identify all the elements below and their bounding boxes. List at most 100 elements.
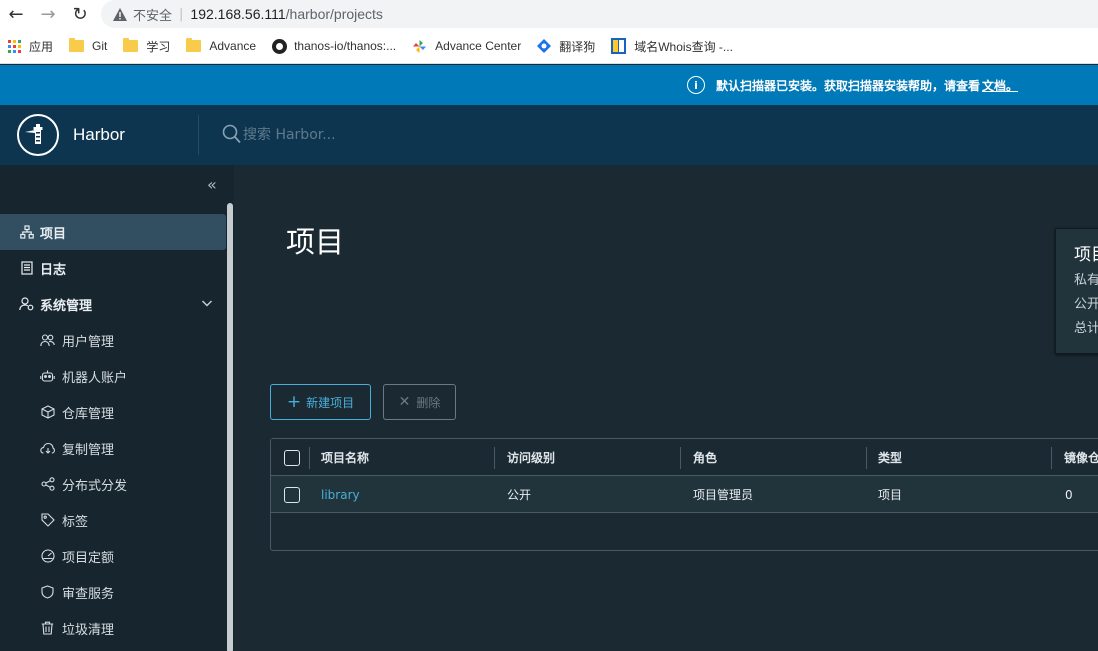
sidebar-item-label: 日志 — [40, 262, 67, 278]
column-header-role[interactable]: 角色 — [693, 439, 863, 476]
column-separator — [309, 447, 310, 469]
replication-icon — [40, 441, 55, 456]
sidebar-item-label: 复制管理 — [62, 442, 115, 458]
bookmark-advance[interactable]: Advance — [186, 38, 257, 53]
search-icon — [222, 124, 241, 144]
reload-icon[interactable]: ↻ — [68, 2, 92, 26]
sidebar-item-distributions[interactable]: 分布式分发 — [0, 466, 226, 502]
search-placeholder: 搜索 Harbor... — [243, 127, 336, 143]
forward-icon[interactable]: → — [36, 2, 60, 26]
sidebar-item-projects[interactable]: 项目 — [0, 214, 226, 250]
sidebar-item-users[interactable]: 用户管理 — [0, 322, 226, 358]
page-title: 项目 — [286, 225, 345, 259]
apps-icon — [8, 39, 21, 53]
chevron-down-icon[interactable] — [201, 297, 213, 309]
advance-center-icon — [413, 39, 427, 53]
brand-name[interactable]: Harbor — [73, 125, 125, 145]
sidebar-item-label: 机器人账户 — [62, 370, 128, 386]
url-separator: | — [179, 6, 184, 22]
robot-icon — [40, 369, 55, 384]
trash-icon — [40, 621, 55, 636]
project-name-link[interactable]: library — [321, 476, 491, 513]
sidebar-nav: 项目 日志 系统管理 用户管理 机器人账户 仓库管理 复制管理 分布式分发 标签… — [0, 214, 226, 646]
sidebar-item-labels[interactable]: 标签 — [0, 502, 226, 538]
sidebar-item-garbage-collection[interactable]: 垃圾清理 — [0, 610, 226, 646]
warning-icon — [113, 7, 127, 21]
table-row: library 公开 项目管理员 项目 0 — [271, 476, 1098, 513]
main-content: 项目 项目 私有 公开 总计 + 新建项目 ✕ 删除 项目名称 访问级别 角色 … — [234, 165, 1098, 651]
bookmark-label: 域名Whois查询 -... — [634, 39, 733, 54]
bookmark-label: 应用 — [29, 39, 54, 54]
bookmark-apps[interactable]: 应用 — [8, 38, 53, 55]
bookmark-advance-center[interactable]: Advance Center — [412, 39, 521, 54]
column-separator — [680, 447, 681, 469]
admin-icon — [19, 297, 34, 312]
column-header-access[interactable]: 访问级别 — [507, 439, 677, 476]
bookmark-label: Git — [92, 39, 108, 53]
type-cell: 项目 — [878, 488, 903, 502]
bookmark-label: Advance — [209, 39, 257, 53]
plus-icon: + — [286, 391, 302, 412]
project-summary-card: 项目 私有 公开 总计 — [1055, 228, 1098, 354]
sidebar-item-logs[interactable]: 日志 — [0, 250, 226, 286]
url-field[interactable]: 不安全 | 192.168.56.111/harbor/projects — [101, 0, 1098, 28]
distribution-icon — [40, 477, 55, 492]
new-project-label: 新建项目 — [306, 395, 355, 410]
summary-title: 项目 — [1074, 245, 1098, 265]
whois-icon — [611, 38, 627, 54]
translate-dog-icon — [537, 39, 552, 53]
users-icon — [40, 333, 55, 348]
bookmark-label: 翻译狗 — [559, 39, 596, 54]
summary-total-label: 总计 — [1074, 321, 1098, 336]
sidebar-item-registries[interactable]: 仓库管理 — [0, 394, 226, 430]
sidebar-item-label: 标签 — [62, 514, 89, 530]
bookmarks-bar: 应用 Git 学习 Advance thanos-io/thanos:... A… — [0, 29, 1098, 64]
summary-public-label: 公开 — [1074, 297, 1098, 312]
folder-icon — [69, 38, 85, 52]
sidebar: « 项目 日志 系统管理 用户管理 机器人账户 仓库管理 复制管理 分布式分发 … — [0, 165, 234, 651]
sidebar-item-label: 仓库管理 — [62, 406, 115, 422]
sidebar-item-robot-accounts[interactable]: 机器人账户 — [0, 358, 226, 394]
scanner-banner: i 默认扫描器已安装。获取扫描器安装帮助，请查看 文档。 — [0, 65, 1098, 105]
global-search[interactable]: 搜索 Harbor... — [222, 124, 336, 144]
back-icon[interactable]: ← — [4, 2, 28, 26]
column-header-repos[interactable]: 镜像仓库 — [1064, 439, 1098, 476]
column-header-type[interactable]: 类型 — [878, 439, 1048, 476]
column-header-name[interactable]: 项目名称 — [321, 439, 491, 476]
delete-button[interactable]: ✕ 删除 — [383, 384, 456, 420]
banner-docs-link[interactable]: 文档。 — [982, 77, 1018, 94]
new-project-button[interactable]: + 新建项目 — [270, 384, 371, 420]
interrogation-icon — [40, 585, 55, 600]
row-select-cell — [284, 476, 300, 513]
harbor-logo-icon[interactable] — [17, 114, 59, 156]
summary-private-label: 私有 — [1074, 273, 1098, 288]
bookmark-study[interactable]: 学习 — [123, 38, 170, 55]
logs-icon — [19, 261, 34, 276]
collapse-sidebar-icon[interactable]: « — [207, 175, 217, 194]
folder-icon — [186, 38, 202, 52]
table-header: 项目名称 访问级别 角色 类型 镜像仓库 — [271, 439, 1098, 476]
sidebar-item-replications[interactable]: 复制管理 — [0, 430, 226, 466]
app-header: Harbor 搜索 Harbor... — [0, 105, 1098, 165]
sidebar-item-project-quotas[interactable]: 项目定额 — [0, 538, 226, 574]
github-icon — [272, 38, 288, 54]
tag-icon — [40, 513, 55, 528]
bookmark-label: Advance Center — [435, 39, 522, 53]
row-checkbox[interactable] — [284, 486, 300, 503]
delete-label: 删除 — [416, 395, 441, 410]
sidebar-item-label: 分布式分发 — [62, 478, 128, 494]
bookmark-git[interactable]: Git — [69, 38, 108, 53]
bookmark-fanyigou[interactable]: 翻译狗 — [537, 38, 595, 55]
bookmark-thanos[interactable]: thanos-io/thanos:... — [272, 38, 396, 54]
projects-icon — [19, 225, 34, 240]
sidebar-item-label: 垃圾清理 — [62, 622, 115, 638]
column-separator — [1051, 447, 1052, 469]
bookmark-label: 学习 — [146, 39, 171, 54]
bookmark-whois[interactable]: 域名Whois查询 -... — [611, 38, 733, 55]
sidebar-scrollbar[interactable] — [227, 203, 233, 651]
select-all-checkbox[interactable] — [284, 449, 300, 466]
url-path: /harbor/projects — [285, 6, 383, 22]
sidebar-item-interrogation-services[interactable]: 审查服务 — [0, 574, 226, 610]
header-divider — [198, 115, 199, 155]
sidebar-item-admin[interactable]: 系统管理 — [0, 286, 226, 322]
